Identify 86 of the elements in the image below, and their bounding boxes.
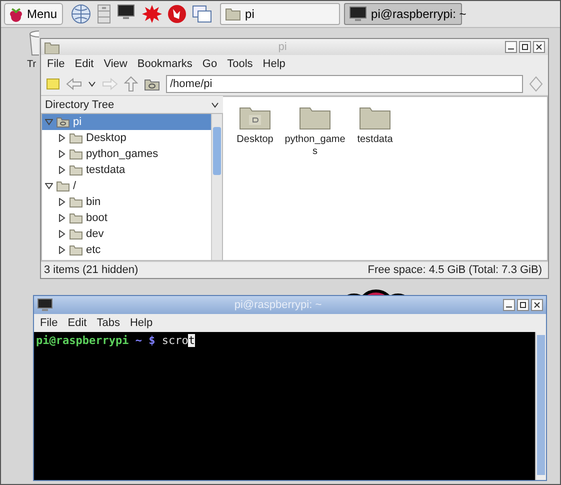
expanded-arrow-icon[interactable] [45,182,53,190]
task-button[interactable]: pi [220,3,340,25]
menu-item[interactable]: Bookmarks [136,58,194,70]
caret-icon[interactable] [88,80,96,88]
collapsed-arrow-icon[interactable] [58,150,66,158]
menu-item[interactable]: Edit [74,58,95,70]
tree-label: / [73,180,76,192]
folder-icon [69,228,83,240]
tree-item[interactable]: dev [42,226,211,242]
tree-label: bin [86,196,101,208]
tree-label: python_games [86,148,158,160]
tree-item[interactable]: etc [42,242,211,258]
file-name[interactable]: Desktop [236,134,274,146]
collapsed-arrow-icon[interactable] [58,198,66,206]
folder-icon [69,244,83,256]
folder-icon[interactable] [239,105,271,131]
file-name[interactable]: testdata [357,134,393,146]
tree-item[interactable]: testdata [42,162,211,178]
tree-item[interactable]: / [42,178,211,194]
menu-button[interactable]: Menu [4,3,64,25]
collapsed-arrow-icon[interactable] [58,134,66,142]
tree-label: Desktop [86,132,126,144]
tree-item[interactable]: pi [42,114,211,130]
folder-icon [69,148,83,160]
folder-icon [225,6,242,22]
monitor-icon [37,298,53,312]
windows-icon[interactable] [192,4,212,24]
scrollbar[interactable] [211,114,222,260]
folder-icon [44,40,60,54]
menu-item[interactable]: File [39,317,59,329]
starburst-icon[interactable] [142,4,162,24]
folder-icon[interactable] [299,105,331,131]
tree-label: pi [73,116,82,128]
menu-item[interactable]: Edit [66,317,88,329]
trash-icon[interactable] [27,30,39,56]
tree-label: etc [86,244,101,256]
scrollbar[interactable] [535,332,546,480]
collapsed-arrow-icon[interactable] [58,230,66,238]
maximize-button[interactable] [517,299,529,311]
tree-item[interactable]: Desktop [42,130,211,146]
tree-label: boot [86,212,108,224]
terminal-line: pi@raspberrypi ~ $ scrot [36,334,195,347]
menu-item[interactable]: Help [128,317,154,329]
menu-item[interactable]: Help [262,58,286,70]
minimize-button[interactable] [503,299,515,311]
free-space-text: Free space: 4.5 GiB (Total: 7.3 GiB) [368,264,542,276]
circle-emblem-icon[interactable] [167,4,188,24]
monitor-icon [349,6,368,22]
menu-item[interactable]: Go [201,58,218,70]
path-field[interactable]: /home/pi [166,75,523,93]
window-title: pi@raspberrypi: ~ [233,299,323,311]
collapsed-arrow-icon[interactable] [58,246,66,254]
file-name[interactable]: python_game s [284,134,346,158]
menu-item[interactable]: View [102,58,128,70]
tree-item[interactable]: python_games [42,146,211,162]
status-text: 3 items (21 hidden) [44,264,138,276]
caret-icon[interactable] [211,100,219,108]
tree-item[interactable]: bin [42,194,211,210]
close-button[interactable] [533,41,545,53]
menu-item[interactable]: Tabs [96,317,121,329]
menu-item[interactable]: Tools [226,58,254,70]
tree-label: testdata [86,164,126,176]
menu-item[interactable]: File [46,58,66,70]
sidebar-title: Directory Tree [45,98,114,110]
drive-icon[interactable] [144,77,160,91]
collapsed-arrow-icon[interactable] [58,166,66,174]
raspberry-icon [8,6,24,22]
maximize-button[interactable] [519,41,531,53]
folder-icon[interactable] [359,105,391,131]
folder-icon [69,132,83,144]
folder-icon [69,196,83,208]
minimize-button[interactable] [505,41,517,53]
folder-icon [69,164,83,176]
window-title: pi [277,41,288,53]
drive-icon [56,116,70,128]
scrollbar-thumb[interactable] [213,127,221,175]
monitor-icon[interactable] [117,4,138,22]
tree-label: dev [86,228,104,240]
globe-icon[interactable] [71,4,92,24]
collapsed-arrow-icon[interactable] [58,214,66,222]
tree-item[interactable]: boot [42,210,211,226]
close-button[interactable] [531,299,543,311]
folder-icon [56,180,70,192]
folder-icon [69,212,83,224]
scrollbar-thumb[interactable] [537,335,545,475]
trash-label: Tr [27,59,36,70]
